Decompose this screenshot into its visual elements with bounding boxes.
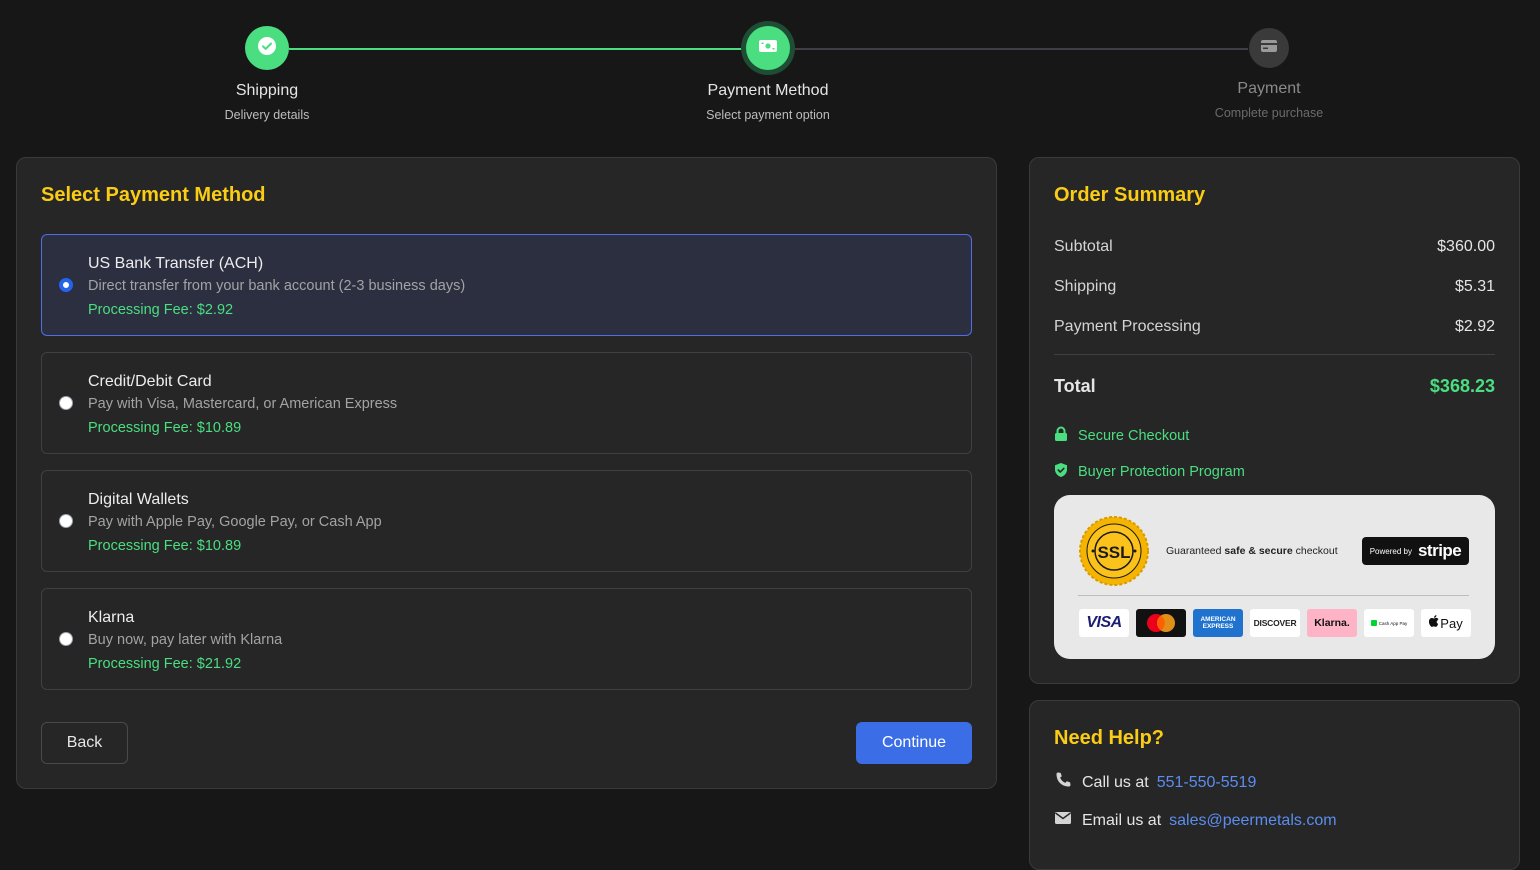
- payment-option-fee: Processing Fee: $10.89: [88, 420, 242, 436]
- summary-divider: [1054, 354, 1495, 355]
- powered-by-stripe-badge: Powered by stripe: [1362, 537, 1469, 565]
- buyer-protection: Buyer Protection Program: [1054, 462, 1245, 482]
- payment-option-title: Credit/Debit Card: [88, 373, 212, 390]
- accepted-cards: VISA AMERICAN EXPRESS DISCOVER Klarna. C…: [1079, 609, 1471, 637]
- step-shipping-subtitle: Delivery details: [224, 108, 310, 122]
- cash-app-pay-logo: Cash App Pay: [1364, 609, 1414, 637]
- payment-option-title: Klarna: [88, 609, 135, 626]
- need-help-title: Need Help?: [1054, 727, 1165, 749]
- step-payment-title: Payment: [1237, 80, 1301, 97]
- banknote-icon: [758, 38, 778, 59]
- summary-total: Total $368.23: [1054, 376, 1495, 397]
- stripe-logo: stripe: [1417, 541, 1462, 560]
- apple-pay-logo: Pay: [1421, 609, 1471, 637]
- checkout-stepper: Shipping Delivery details Payment Method…: [0, 0, 1540, 140]
- phone-link[interactable]: 551-550-5519: [1157, 774, 1257, 792]
- amex-logo: AMERICAN EXPRESS: [1193, 609, 1243, 637]
- payment-option-title: Digital Wallets: [88, 491, 189, 508]
- summary-value: $2.92: [1454, 318, 1495, 335]
- guarantee-bold: safe & secure: [1224, 545, 1293, 557]
- trust-badges: SSL Guaranteed safe & secure checkout Po…: [1054, 495, 1495, 659]
- back-button[interactable]: Back: [41, 722, 128, 764]
- total-label: Total: [1054, 376, 1096, 396]
- continue-button[interactable]: Continue: [856, 722, 972, 764]
- email-link[interactable]: sales@peermetals.com: [1169, 812, 1336, 830]
- summary-label: Subtotal: [1054, 238, 1113, 255]
- klarna-text: Klarna.: [1314, 617, 1350, 629]
- total-value: $368.23: [1429, 376, 1495, 396]
- credit-card-icon: [1260, 39, 1278, 58]
- payment-radio-klarna[interactable]: [59, 632, 73, 646]
- discover-text: DISCOVER: [1253, 618, 1297, 628]
- summary-row-subtotal: Subtotal $360.00: [1054, 238, 1495, 256]
- summary-value: $360.00: [1437, 238, 1495, 255]
- guarantee-prefix: Guaranteed: [1166, 545, 1225, 557]
- ssl-seal-icon: SSL: [1078, 515, 1150, 592]
- envelope-icon: [1054, 811, 1072, 830]
- discover-logo: DISCOVER: [1250, 609, 1300, 637]
- payment-option-fee: Processing Fee: $21.92: [88, 656, 242, 672]
- shield-check-icon: [1054, 462, 1068, 482]
- payment-option-description: Pay with Apple Pay, Google Pay, or Cash …: [88, 514, 382, 530]
- summary-label: Shipping: [1054, 278, 1117, 295]
- step-shipping-title: Shipping: [235, 82, 299, 99]
- summary-row-shipping: Shipping $5.31: [1054, 278, 1495, 296]
- secure-checkout-label: Secure Checkout: [1078, 428, 1190, 444]
- help-email-row: Email us at sales@peermetals.com: [1054, 811, 1337, 830]
- step-payment-method-circle: [746, 26, 790, 70]
- apple-pay-text: Pay: [1440, 615, 1463, 631]
- amex-text: AMERICAN EXPRESS: [1200, 616, 1236, 630]
- visa-logo: VISA: [1079, 609, 1129, 637]
- cash-app-text: Cash App Pay: [1378, 620, 1408, 626]
- order-summary-panel: Order Summary Subtotal $360.00 Shipping …: [1029, 157, 1520, 684]
- summary-value: $5.31: [1454, 278, 1495, 295]
- payment-option-fee: Processing Fee: $2.92: [88, 302, 234, 318]
- step-payment-method-subtitle: Select payment option: [706, 108, 830, 122]
- step-payment-method-title: Payment Method: [707, 82, 829, 99]
- payment-option-description: Direct transfer from your bank account (…: [88, 278, 466, 294]
- trust-divider: [1078, 595, 1469, 596]
- buyer-protection-label: Buyer Protection Program: [1078, 464, 1245, 480]
- lock-icon: [1054, 426, 1068, 446]
- powered-by-label: Powered by: [1369, 546, 1412, 556]
- step-payment-subtitle: Complete purchase: [1214, 106, 1324, 120]
- klarna-logo: Klarna.: [1307, 609, 1357, 637]
- guarantee-text: Guaranteed safe & secure checkout: [1166, 545, 1338, 557]
- need-help-panel: Need Help? Call us at 551-550-5519 Email…: [1029, 700, 1520, 870]
- visa-text: VISA: [1086, 614, 1122, 631]
- check-icon: [257, 36, 277, 61]
- payment-option-fee: Processing Fee: $10.89: [88, 538, 242, 554]
- payment-option-wallets[interactable]: Digital Wallets Pay with Apple Pay, Goog…: [41, 470, 972, 572]
- email-label: Email us at: [1082, 811, 1162, 829]
- step-payment-circle: [1249, 28, 1289, 68]
- mastercard-logo: [1136, 609, 1186, 637]
- payment-radio-ach[interactable]: [59, 278, 73, 292]
- ssl-seal-text: SSL: [1097, 543, 1130, 562]
- payment-option-card[interactable]: Credit/Debit Card Pay with Visa, Masterc…: [41, 352, 972, 454]
- guarantee-suffix: checkout: [1292, 545, 1338, 557]
- payment-option-ach[interactable]: US Bank Transfer (ACH) Direct transfer f…: [41, 234, 972, 336]
- payment-option-description: Buy now, pay later with Klarna: [88, 632, 283, 648]
- step-payment-method: Payment Method Select payment option: [658, 26, 878, 122]
- call-label: Call us at: [1082, 773, 1149, 791]
- help-phone-row: Call us at 551-550-5519: [1054, 771, 1256, 794]
- summary-label: Payment Processing: [1054, 318, 1201, 335]
- payment-method-panel: Select Payment Method US Bank Transfer (…: [16, 157, 997, 789]
- payment-method-title: Select Payment Method: [41, 184, 266, 206]
- order-summary-title: Order Summary: [1054, 184, 1206, 206]
- payment-radio-wallets[interactable]: [59, 514, 73, 528]
- step-shipping[interactable]: Shipping Delivery details: [157, 26, 377, 122]
- payment-radio-card[interactable]: [59, 396, 73, 410]
- payment-option-title: US Bank Transfer (ACH): [88, 255, 264, 272]
- step-shipping-circle: [245, 26, 289, 70]
- step-payment: Payment Complete purchase: [1159, 26, 1379, 120]
- phone-icon: [1054, 771, 1072, 794]
- summary-row-processing: Payment Processing $2.92: [1054, 318, 1495, 336]
- secure-checkout: Secure Checkout: [1054, 426, 1189, 446]
- apple-icon: [1429, 614, 1439, 632]
- payment-option-klarna[interactable]: Klarna Buy now, pay later with Klarna Pr…: [41, 588, 972, 690]
- payment-option-description: Pay with Visa, Mastercard, or American E…: [88, 396, 398, 412]
